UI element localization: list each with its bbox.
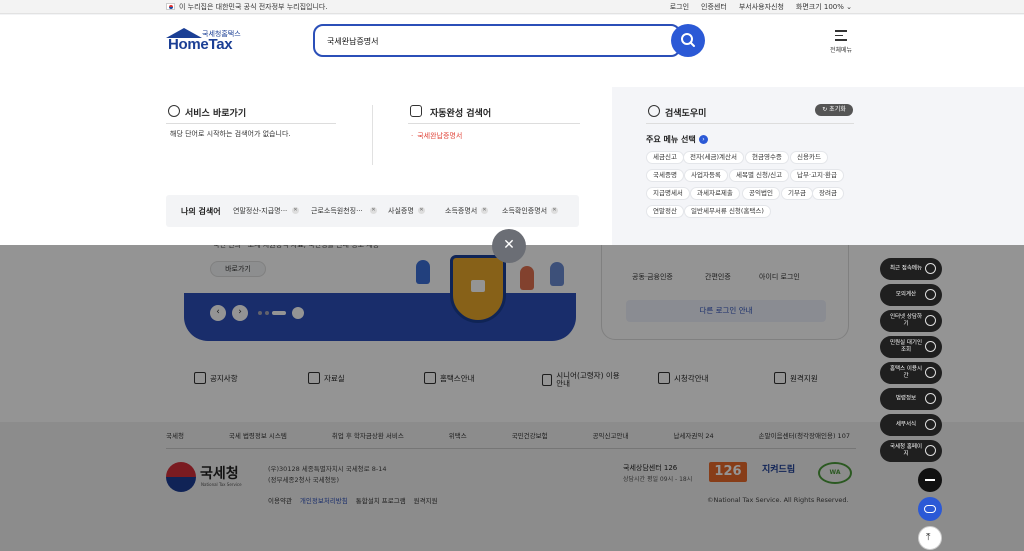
all-menu-label: 전체메뉴 xyxy=(829,47,853,54)
menu-tag[interactable]: 사업자등록 xyxy=(684,169,728,182)
remove-chip-icon[interactable]: ✕ xyxy=(418,207,425,214)
clock-icon xyxy=(925,263,936,274)
arrow-up-icon: ⤒ xyxy=(926,532,931,543)
my-search-chip[interactable]: 소득확인증명서 xyxy=(502,206,547,216)
grid-circle-icon xyxy=(648,105,660,117)
autocomplete-item[interactable]: 국세완납증명서 xyxy=(411,131,462,141)
menu-tag[interactable]: 신용카드 xyxy=(790,151,828,164)
menu-tag[interactable]: 국세증명 xyxy=(646,169,684,182)
my-search-title: 나의 검색어 xyxy=(181,207,221,216)
menu-tag[interactable]: 연말정산 xyxy=(646,205,684,218)
service-empty-message: 해당 단어로 시작하는 검색어가 없습니다. xyxy=(170,130,291,138)
menu-tag[interactable]: 일반세무서류 신청(홈택스) xyxy=(684,205,771,218)
chevron-right-icon[interactable]: › xyxy=(699,135,708,144)
hamburger-icon xyxy=(835,30,847,44)
section-divider xyxy=(646,123,854,124)
column-divider xyxy=(372,105,373,165)
calculator-icon xyxy=(925,289,936,300)
main-menu-select-label: 주요 메뉴 선택 xyxy=(646,135,696,144)
my-search-chip[interactable]: 연말정산-지급명··· xyxy=(233,206,287,216)
my-search-chip[interactable]: 사실증명 xyxy=(388,206,414,216)
dept-user-link[interactable]: 부서사용자신청 xyxy=(739,2,784,12)
side-law-info[interactable]: 법령정보 xyxy=(880,388,942,410)
menu-tag[interactable]: 세금신고 xyxy=(646,151,684,164)
search-helper-title: 검색도우미 xyxy=(665,109,707,119)
home-icon xyxy=(925,445,936,456)
dim-overlay xyxy=(0,245,1024,551)
chat-search-icon xyxy=(410,105,422,117)
book-icon xyxy=(925,393,936,404)
menu-tag[interactable]: 납부·고지·환급 xyxy=(790,169,845,182)
gov-notice-bar: 이 누리집은 대한민국 공식 전자정부 누리집입니다. 로그인 인증센터 부서사… xyxy=(0,0,1024,14)
hometax-logo[interactable]: 국세청홈택스 HomeTax xyxy=(164,28,246,58)
search-icon xyxy=(681,33,695,47)
close-icon: ✕ xyxy=(503,237,515,253)
my-search-box: 나의 검색어 연말정산-지급명··· ✕ 근로소득원천징··· ✕ 사실증명 ✕… xyxy=(166,195,579,227)
play-circle-icon xyxy=(168,105,180,117)
user-icon xyxy=(925,341,936,352)
side-waiting-status[interactable]: 민원실 대기인 조회 xyxy=(880,336,942,358)
side-mock-calc[interactable]: 모의계산 xyxy=(880,284,942,306)
menu-tag[interactable]: 과세자료제출 xyxy=(690,187,740,200)
logo-title: HomeTax xyxy=(168,36,233,53)
document-icon xyxy=(925,419,936,430)
menu-tag[interactable]: 장려금 xyxy=(812,187,844,200)
section-divider xyxy=(166,123,336,124)
screen-size-link[interactable]: 화면크기 100% ⌄ xyxy=(796,2,852,12)
remove-chip-icon[interactable]: ✕ xyxy=(551,207,558,214)
reset-button[interactable]: ↻ 초기화 xyxy=(815,104,853,116)
menu-tag[interactable]: 지급명세서 xyxy=(646,187,690,200)
chatbot-button[interactable] xyxy=(918,497,942,521)
side-menu-collapse-button[interactable] xyxy=(918,468,942,492)
side-online-consult[interactable]: 인터넷 상담하기 xyxy=(880,310,942,332)
menu-tag[interactable]: 공익법인 xyxy=(742,187,780,200)
korea-flag-icon xyxy=(166,3,175,10)
search-box xyxy=(313,24,681,57)
side-recent-menu[interactable]: 최근 접속메뉴 xyxy=(880,258,942,280)
dropdown-left: 서비스 바로가기 해당 단어로 시작하는 검색어가 없습니다. 자동완성 검색어… xyxy=(0,87,612,245)
search-input[interactable] xyxy=(327,33,667,49)
side-tax-forms[interactable]: 세무서식 xyxy=(880,414,942,436)
menu-tag[interactable]: 기부금 xyxy=(781,187,813,200)
all-menu-button[interactable]: 전체메뉴 xyxy=(826,28,856,54)
menu-tag[interactable]: 현금영수증 xyxy=(745,151,789,164)
close-dropdown-button[interactable]: ✕ xyxy=(492,229,526,263)
chat-icon xyxy=(925,315,936,326)
my-search-chip[interactable]: 소득증명서 xyxy=(445,206,477,216)
remove-chip-icon[interactable]: ✕ xyxy=(292,207,299,214)
section-divider xyxy=(408,123,580,124)
cert-center-link[interactable]: 인증센터 xyxy=(701,2,727,12)
search-button[interactable] xyxy=(671,24,705,57)
chatbot-icon xyxy=(924,505,936,513)
gov-notice-text: 이 누리집은 대한민국 공식 전자정부 누리집입니다. xyxy=(179,3,328,11)
remove-chip-icon[interactable]: ✕ xyxy=(481,207,488,214)
menu-tag[interactable]: 세목별 신청/신고 xyxy=(729,169,790,182)
remove-chip-icon[interactable]: ✕ xyxy=(370,207,377,214)
search-dropdown-panel: 서비스 바로가기 해당 단어로 시작하는 검색어가 없습니다. 자동완성 검색어… xyxy=(0,87,1024,245)
scroll-top-button[interactable]: ⤒ xyxy=(918,526,942,550)
side-nts-homepage[interactable]: 국세청 홈페이지 xyxy=(880,440,942,462)
menu-tag[interactable]: 전자(세금)계산서 xyxy=(683,151,744,164)
autocomplete-title: 자동완성 검색어 xyxy=(430,109,492,119)
minus-icon xyxy=(925,479,935,481)
my-search-chip[interactable]: 근로소득원천징··· xyxy=(311,206,363,216)
service-shortcut-title: 서비스 바로가기 xyxy=(185,109,247,119)
login-link[interactable]: 로그인 xyxy=(670,2,689,12)
gov-bar-links: 로그인 인증센터 부서사용자신청 화면크기 100% ⌄ xyxy=(670,2,852,12)
clock-icon xyxy=(925,367,936,378)
side-service-hours[interactable]: 홈택스 이용시간 xyxy=(880,362,942,384)
